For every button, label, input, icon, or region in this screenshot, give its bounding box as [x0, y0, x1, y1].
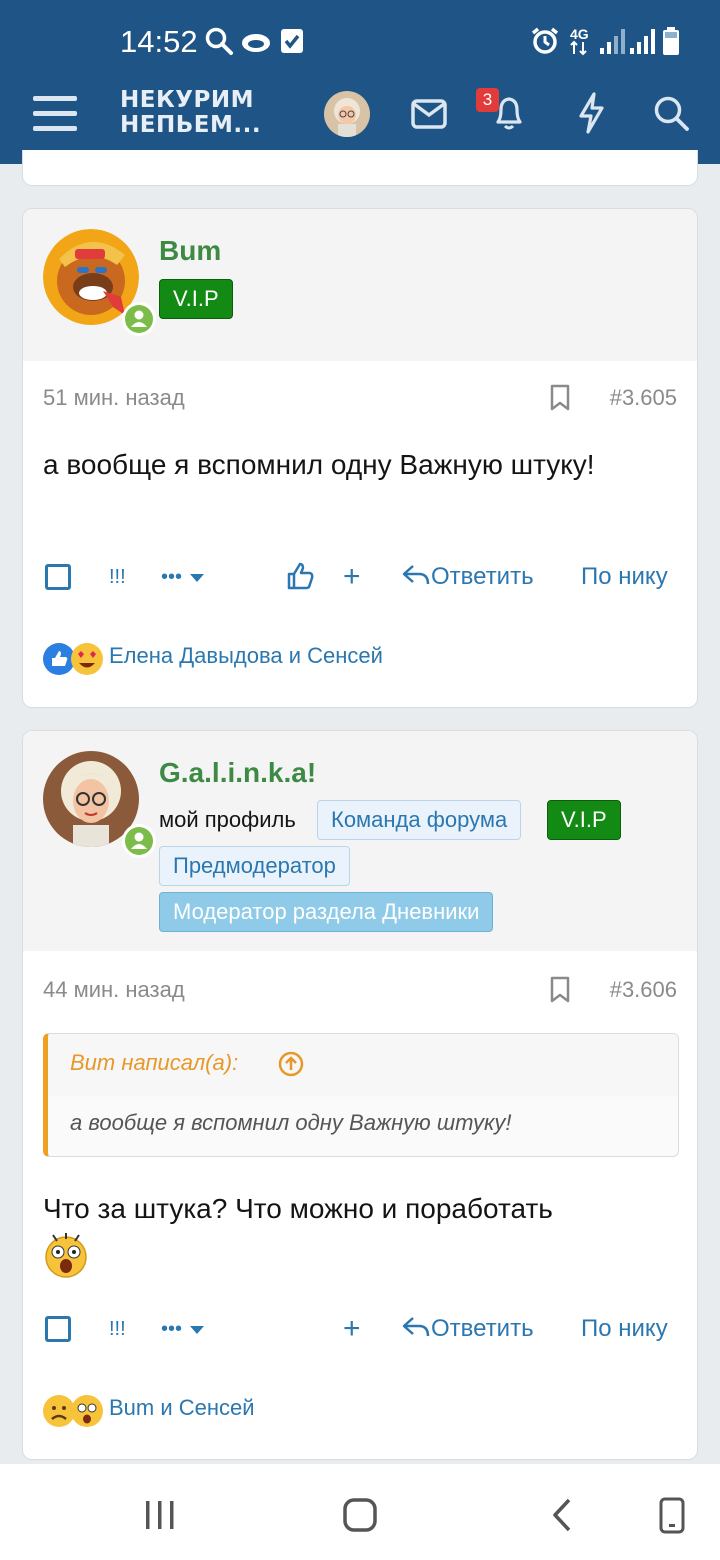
check-icon — [281, 29, 303, 53]
more-dots: ••• — [161, 566, 183, 588]
quote-block: Bum написал(а): а вообще я вспомнил одну… — [43, 1033, 679, 1157]
status-bar: 14:52 4G — [0, 18, 720, 66]
post-body: Что за штука? Что можно и поработать — [43, 1193, 553, 1224]
post-header: Bum V.I.P — [23, 209, 697, 361]
bookmark-icon[interactable] — [549, 384, 571, 412]
reactions-names[interactable]: Bum и Сенсей — [109, 1395, 255, 1421]
chevron-down-icon — [189, 573, 204, 582]
vip-badge[interactable]: V.I.P — [159, 279, 233, 319]
reactions-names[interactable]: Елена Давыдова и Сенсей — [109, 643, 383, 669]
reaction-emojis — [43, 1395, 103, 1427]
mark-button[interactable]: !!! — [109, 1307, 126, 1351]
select-checkbox[interactable] — [45, 564, 71, 590]
more-button[interactable]: ••• — [161, 555, 206, 599]
post-card: Bum V.I.P 51 мин. назад #3.605 а вообще … — [22, 208, 698, 708]
signal-icon — [600, 29, 625, 54]
add-reaction-button[interactable]: + — [343, 555, 361, 599]
notifications-badge: 3 — [476, 88, 499, 112]
chevron-down-icon — [189, 1325, 204, 1334]
quote-header: Bum написал(а): — [48, 1034, 678, 1096]
post-number[interactable]: #3.605 — [610, 385, 677, 411]
avatar-illustration — [324, 91, 370, 137]
more-dots: ••• — [161, 1318, 183, 1340]
reply-button[interactable]: Ответить — [401, 1307, 534, 1351]
home-icon[interactable] — [342, 1497, 378, 1533]
vip-badge[interactable]: V.I.P — [547, 800, 621, 840]
arrow-up-circle-icon[interactable] — [278, 1051, 304, 1077]
reply-icon — [402, 565, 430, 585]
bookmark-icon[interactable] — [549, 976, 571, 1004]
reply-icon — [402, 1317, 430, 1337]
previous-post-stub — [22, 150, 698, 186]
post-time[interactable]: 44 мин. назад — [43, 977, 185, 1003]
shocked-emoji-icon — [45, 1233, 87, 1278]
header-search-icon[interactable] — [652, 94, 690, 132]
more-button[interactable]: ••• — [161, 1307, 206, 1351]
online-dot — [125, 305, 153, 333]
post-actions: !!! ••• + Ответить По нику — [23, 555, 697, 599]
logo-line-1: НЕКУРИМ — [120, 87, 254, 113]
battery-icon — [663, 27, 679, 55]
navbar: НЕКУРИМ НЕПЬЕМ... 3 — [0, 78, 720, 154]
my-profile-link[interactable]: мой профиль — [159, 807, 296, 833]
menu-icon[interactable] — [32, 94, 78, 134]
select-checkbox[interactable] — [45, 1316, 71, 1342]
status-time: 14:52 — [120, 24, 198, 59]
user-icon — [131, 832, 147, 849]
author-username[interactable]: Bum — [159, 235, 221, 267]
back-icon[interactable] — [550, 1497, 574, 1533]
author-username[interactable]: G.a.l.i.n.k.a! — [159, 757, 316, 789]
lightning-icon[interactable] — [576, 92, 606, 134]
by-nick-button[interactable]: По нику — [581, 1307, 668, 1351]
post-time[interactable]: 51 мин. назад — [43, 385, 185, 411]
post-number[interactable]: #3.606 — [610, 977, 677, 1003]
mail-icon[interactable] — [410, 98, 448, 130]
post-card: G.a.l.i.n.k.a! мой профиль Команда форум… — [22, 730, 698, 1460]
add-reaction-button[interactable]: + — [343, 1307, 361, 1351]
quote-text: а вообще я вспомнил одну Важную штуку! — [70, 1110, 512, 1135]
by-nick-button[interactable]: По нику — [581, 555, 668, 599]
recent-apps-icon[interactable] — [144, 1499, 176, 1531]
quote-author[interactable]: Bum написал(а): — [70, 1050, 238, 1076]
reply-label: Ответить — [431, 563, 534, 590]
post-actions: !!! ••• + Ответить По нику — [23, 1307, 697, 1351]
logo-line-2: НЕПЬЕМ... — [120, 112, 262, 138]
mark-button[interactable]: !!! — [109, 555, 126, 599]
reply-button[interactable]: Ответить — [401, 555, 534, 599]
user-icon — [131, 310, 147, 327]
signal-2-icon — [630, 29, 655, 54]
screen-icon[interactable] — [658, 1497, 686, 1535]
like-icon[interactable] — [285, 561, 315, 591]
post-header: G.a.l.i.n.k.a! мой профиль Команда форум… — [23, 731, 697, 951]
system-navigation-bar — [0, 1464, 720, 1560]
search-icon — [205, 27, 233, 55]
alarm-icon — [531, 27, 559, 54]
user-avatar[interactable] — [324, 91, 370, 137]
app-header: 14:52 4G НЕКУРИМ НЕПЬЕМ... 3 — [0, 0, 720, 164]
cloud-icon — [242, 34, 270, 52]
team-badge[interactable]: Команда форума — [317, 800, 522, 840]
online-dot — [125, 827, 153, 855]
post-body: а вообще я вспомнил одну Важную штуку! — [43, 449, 595, 480]
online-indicator — [122, 824, 156, 858]
reaction-emojis — [43, 643, 103, 675]
online-indicator — [122, 302, 156, 336]
reply-label: Ответить — [431, 1315, 534, 1342]
premoderator-badge[interactable]: Предмодератор — [159, 846, 350, 886]
site-logo[interactable]: НЕКУРИМ НЕПЬЕМ... — [120, 88, 261, 138]
data-arrows-icon — [570, 40, 587, 56]
moderator-badge[interactable]: Модератор раздела Дневники — [159, 892, 494, 932]
